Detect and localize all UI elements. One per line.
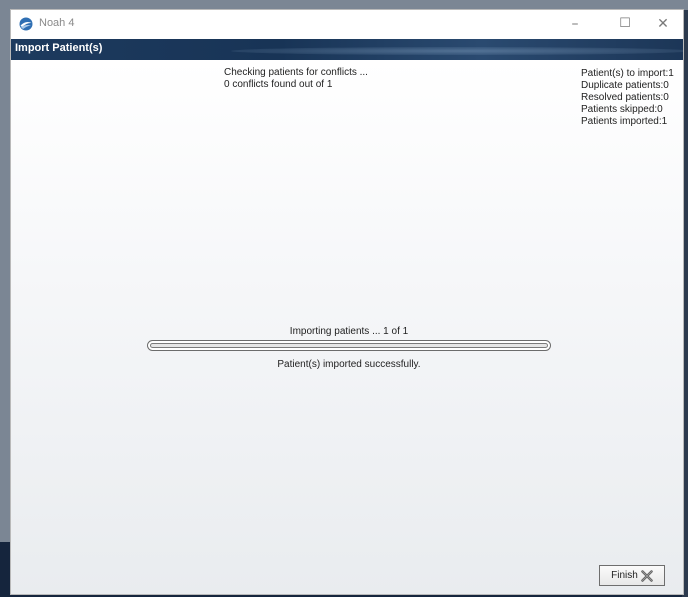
stat-label: Patients imported: (581, 116, 662, 127)
stat-label: Patients skipped: (581, 104, 658, 115)
close-button[interactable]: ✕ (641, 10, 685, 38)
stat-row: Patients skipped:0 (581, 104, 674, 116)
title-bar[interactable]: Noah 4 – ☐ ✕ (11, 10, 683, 38)
import-window: Noah 4 – ☐ ✕ Import Patient(s) Checking … (10, 9, 684, 595)
stat-row: Patients imported:1 (581, 116, 674, 128)
stat-label: Patient(s) to import: (581, 68, 669, 79)
stat-value: 0 (663, 80, 669, 91)
progress-fill (150, 343, 548, 348)
stat-value: 0 (663, 92, 669, 103)
progress-label: Importing patients ... 1 of 1 (289, 326, 409, 337)
minimize-button[interactable]: – (553, 10, 597, 38)
stat-value: 0 (657, 104, 663, 115)
import-stats: Patient(s) to import:1 Duplicate patient… (581, 68, 674, 128)
stat-row: Duplicate patients:0 (581, 80, 674, 92)
conflict-checking-text: Checking patients for conflicts ... (224, 67, 368, 78)
stat-row: Patient(s) to import:1 (581, 68, 674, 80)
header-sheen (231, 47, 683, 55)
conflict-status: Checking patients for conflicts ... 0 co… (224, 67, 368, 91)
window-title: Noah 4 (39, 17, 75, 29)
noah-logo-icon (19, 17, 33, 31)
stat-value: 1 (661, 116, 668, 127)
dialog-title: Import Patient(s) (15, 42, 103, 54)
finish-button-label: Finish (611, 570, 638, 581)
finish-x-icon (641, 569, 653, 582)
finish-button[interactable]: Finish (599, 565, 665, 586)
stat-row: Resolved patients:0 (581, 92, 674, 104)
progress-bar (147, 340, 551, 351)
stat-value: 1 (668, 68, 674, 79)
dialog-header: Import Patient(s) (11, 39, 683, 60)
import-content: Checking patients for conflicts ... 0 co… (11, 60, 683, 594)
stat-label: Resolved patients: (581, 92, 664, 103)
stat-label: Duplicate patients: (581, 80, 664, 91)
conflict-found-text: 0 conflicts found out of 1 (224, 79, 333, 90)
progress-result: Patient(s) imported successfully. (277, 359, 421, 370)
